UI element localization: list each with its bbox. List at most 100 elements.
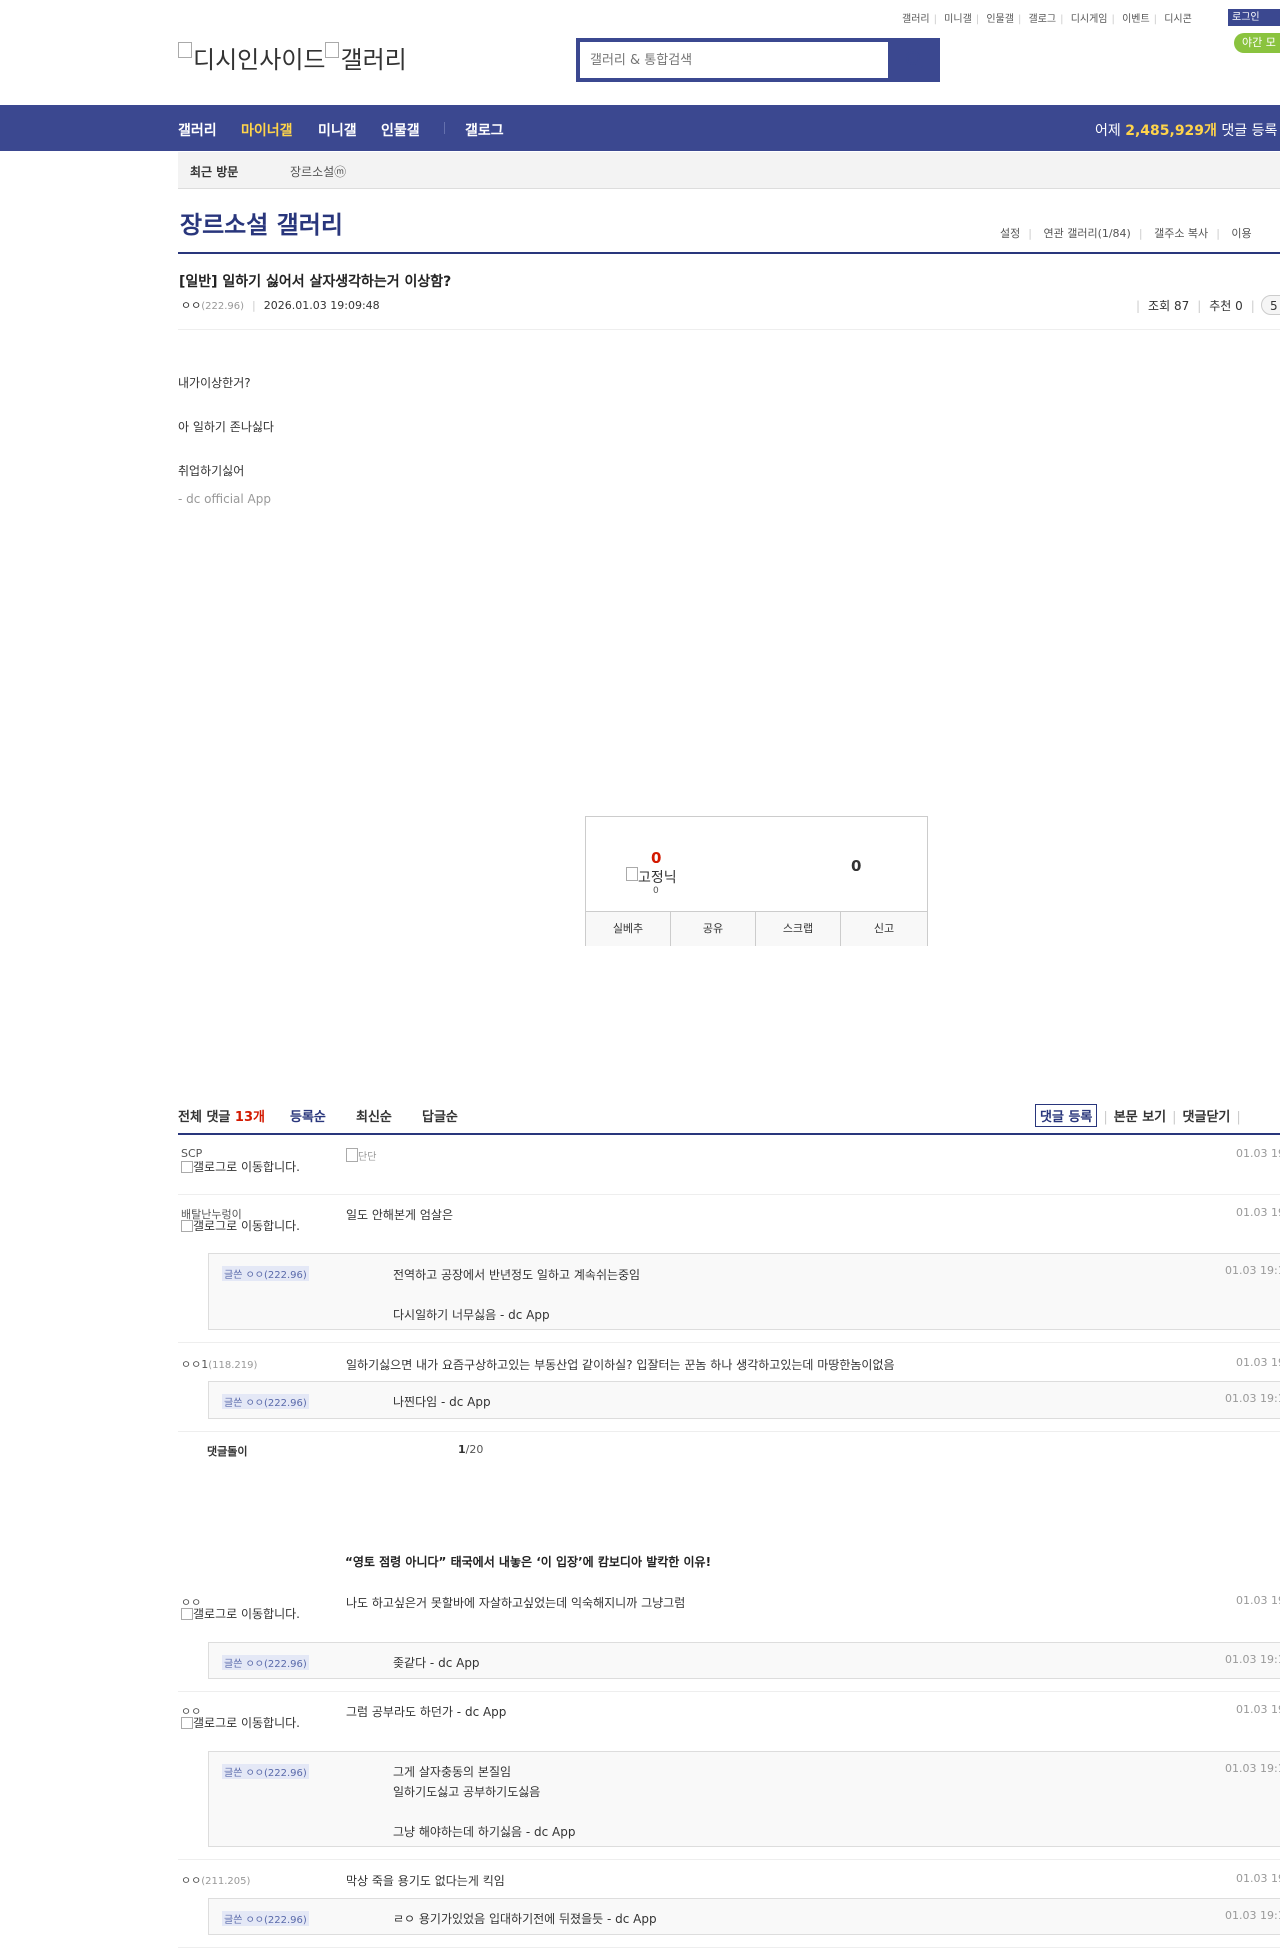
view-count: 조회 87 bbox=[1148, 299, 1190, 313]
comment-date: 01.03 19 bbox=[1236, 1206, 1280, 1219]
reply-writer[interactable]: 글쓴 ㅇㅇ(222.96) bbox=[222, 1394, 309, 1409]
reply-text: ㄹㅇ 용기가있었음 입대하기전에 뒤졌을듯 - dc App bbox=[393, 1912, 657, 1926]
comment-bot-label: 댓글돌이 bbox=[207, 1445, 248, 1458]
broken-image-icon bbox=[346, 1148, 358, 1162]
comments-count: 13개 bbox=[234, 1110, 265, 1125]
share-button[interactable]: 공유 bbox=[671, 912, 756, 946]
writer-nick[interactable]: ㅇㅇ bbox=[181, 299, 201, 312]
report-button[interactable]: 신고 bbox=[841, 912, 927, 946]
comment-nick-text: ㅇㅇ1 bbox=[181, 1358, 209, 1371]
comment-date: 01.03 19 bbox=[1236, 1147, 1280, 1160]
bot-pagination[interactable]: 1/20 bbox=[458, 1443, 483, 1456]
night-mode-toggle[interactable]: 야간 모 bbox=[1234, 33, 1280, 53]
post-body-line: 취업하기싫어 bbox=[178, 464, 245, 478]
related-gallery-link[interactable]: 연관 갤러리(1/84) bbox=[1043, 227, 1130, 240]
writer-ip: (222.96) bbox=[201, 301, 245, 312]
comment-nick[interactable]: ㅇㅇ1(118.219) bbox=[181, 1356, 257, 1372]
reply-date: 01.03 19:1 bbox=[1225, 1264, 1280, 1277]
gallery-title[interactable]: 장르소설 갤러리 bbox=[180, 205, 343, 240]
logo-gallery: 갤러리 bbox=[340, 46, 407, 74]
comment-date: 01.03 19 bbox=[1236, 1872, 1280, 1885]
reply-item: 글쓴 ㅇㅇ(222.96) ㄹㅇ 용기가있었음 입대하기전에 뒤졌을듯 - dc… bbox=[208, 1898, 1280, 1935]
reply-text: 그게 살자충동의 본질임 bbox=[393, 1765, 512, 1779]
recommend-box: 0 고정닉 0 0 실베추 공유 스크랩 신고 bbox=[585, 816, 928, 946]
comment-nick-text: ㅇㅇ bbox=[181, 1874, 202, 1887]
nav-minor-gallery[interactable]: 마이너갤 bbox=[241, 120, 293, 140]
gallery-settings-link[interactable]: 설정 bbox=[1000, 227, 1020, 240]
row-divider bbox=[178, 1947, 1280, 1948]
reply-writer[interactable]: 글쓴 ㅇㅇ(222.96) bbox=[222, 1911, 309, 1926]
login-button[interactable]: 로그인 bbox=[1228, 9, 1280, 26]
site-logo[interactable]: 디시인사이드 갤러리 bbox=[178, 40, 407, 75]
scrap-button[interactable]: 스크랩 bbox=[756, 912, 841, 946]
broken-image-icon bbox=[181, 1161, 193, 1173]
recommend-up-count: 0 bbox=[651, 849, 662, 867]
reply-writer[interactable]: 글쓴 ㅇㅇ(222.96) bbox=[222, 1266, 309, 1281]
search-input[interactable] bbox=[580, 42, 888, 78]
sort-latest[interactable]: 최신순 bbox=[356, 1106, 392, 1125]
close-comments-button[interactable]: 댓글닫기 bbox=[1183, 1110, 1231, 1125]
comment-text: 그럼 공부라도 하던가 - dc App bbox=[346, 1705, 507, 1719]
reply-text: 전역하고 공장에서 반년정도 일하고 계속쉬는중임 bbox=[393, 1268, 641, 1282]
util-links: 갤러리 | 미니갤 | 인물갤 | 갤로그 | 디시게임 | 이벤트 | 디시콘 bbox=[902, 14, 1192, 25]
fixed-nick-count: 0 bbox=[653, 886, 659, 896]
post-writer: ㅇㅇ(222.96) | 2026.01.03 19:09:48 bbox=[181, 299, 380, 312]
row-divider bbox=[178, 1342, 1280, 1343]
util-link-minigall[interactable]: 미니갤 bbox=[944, 14, 972, 25]
reply-text: 좆같다 - dc App bbox=[393, 1656, 480, 1670]
gallog-link[interactable]: 갤로그로 이동합니다. bbox=[181, 1608, 311, 1620]
view-post-button[interactable]: 본문 보기 bbox=[1114, 1110, 1166, 1125]
broken-image-icon bbox=[325, 42, 340, 58]
nav-person-gallery[interactable]: 인물갤 bbox=[381, 120, 420, 140]
sort-replies[interactable]: 답글순 bbox=[422, 1106, 458, 1125]
reply-writer[interactable]: 글쓴 ㅇㅇ(222.96) bbox=[222, 1764, 309, 1779]
recent-visits-label[interactable]: 최근 방문 bbox=[190, 163, 238, 180]
post-title: [일반] 일하기 싫어서 살자생각하는거 이상함? bbox=[179, 274, 452, 290]
reply-writer[interactable]: 글쓴 ㅇㅇ(222.96) bbox=[222, 1655, 309, 1670]
nav-gallery[interactable]: 갤러리 bbox=[178, 120, 217, 140]
usage-link[interactable]: 이용 bbox=[1231, 227, 1251, 240]
row-divider bbox=[178, 1691, 1280, 1692]
ad-headline[interactable]: “영토 점령 아니다” 태국에서 내놓은 ‘이 입장’에 캄보디아 발칵한 이유… bbox=[345, 1553, 711, 1570]
yesterday-label: 어제 bbox=[1095, 123, 1121, 139]
util-link-event[interactable]: 이벤트 bbox=[1122, 14, 1150, 25]
write-comment-button[interactable]: 댓글 등록 bbox=[1035, 1104, 1098, 1127]
search-icon bbox=[906, 51, 923, 68]
gallog-link[interactable]: 갤로그로 이동합니다. bbox=[181, 1161, 311, 1173]
copy-address-link[interactable]: 갤주소 복사 bbox=[1154, 227, 1208, 240]
nav-divider bbox=[444, 122, 445, 134]
comments-total: 전체 댓글 13개 bbox=[178, 1106, 265, 1125]
comment-count-pill[interactable]: 5 bbox=[1261, 295, 1280, 315]
gallog-link[interactable]: 갤로그로 이동합니다. bbox=[181, 1220, 311, 1232]
recent-visit-item[interactable]: 장르소설ⓜ bbox=[290, 163, 346, 180]
search-button[interactable] bbox=[894, 42, 936, 78]
comment-date: 01.03 19 bbox=[1236, 1594, 1280, 1607]
util-link-game[interactable]: 디시게임 bbox=[1071, 14, 1108, 25]
nav-gallog[interactable]: 갤로그 bbox=[465, 120, 504, 140]
broken-image-icon bbox=[178, 42, 192, 58]
yesterday-suffix: 댓글 등록 bbox=[1221, 123, 1278, 139]
row-divider bbox=[178, 1431, 1280, 1432]
best-recommend-button[interactable]: 실베추 bbox=[586, 912, 671, 946]
gallog-link[interactable]: 갤로그로 이동합니다. bbox=[181, 1717, 311, 1729]
reply-item: 글쓴 ㅇㅇ(222.96) 전역하고 공장에서 반년정도 일하고 계속쉬는중임 … bbox=[208, 1253, 1280, 1330]
row-divider bbox=[178, 1859, 1280, 1860]
nav-mini-gallery[interactable]: 미니갤 bbox=[318, 120, 357, 140]
dccon-alt-text: 단단 bbox=[358, 1152, 377, 1163]
sort-registered[interactable]: 등록순 bbox=[290, 1106, 326, 1125]
yesterday-comments: 어제 2,485,929개 댓글 등록 bbox=[1095, 120, 1277, 140]
comment-nick[interactable]: ㅇㅇ(211.205) bbox=[181, 1872, 250, 1888]
comment-nick[interactable]: SCP bbox=[181, 1147, 202, 1160]
reply-date: 01.03 19:1 bbox=[1225, 1909, 1280, 1922]
util-link-gallog[interactable]: 갤로그 bbox=[1029, 14, 1057, 25]
util-link-gallery[interactable]: 갤러리 bbox=[902, 14, 930, 25]
comment-text: 나도 하고싶은거 못할바에 자살하고싶었는데 익숙해지니까 그냥그럼 bbox=[346, 1596, 686, 1610]
fixed-nick-alt: 고정닉 bbox=[638, 870, 677, 886]
title-divider bbox=[178, 252, 1280, 254]
gallog-alt-text: 갤로그로 이동합니다. bbox=[193, 1219, 300, 1233]
post-divider bbox=[178, 329, 1280, 330]
reply-item: 글쓴 ㅇㅇ(222.96) 나찐다임 - dc App 01.03 19:1 bbox=[208, 1381, 1280, 1419]
recommend-up-button[interactable]: 고정닉 bbox=[626, 867, 677, 887]
util-link-person[interactable]: 인물갤 bbox=[986, 14, 1014, 25]
util-link-dccon[interactable]: 디시콘 bbox=[1164, 14, 1192, 25]
